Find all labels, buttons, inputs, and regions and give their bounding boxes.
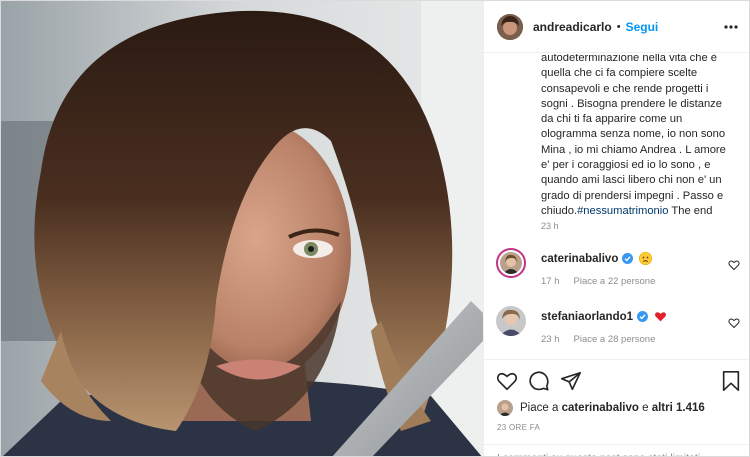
post-actions: Piace a caterinabalivo e altri 1.416 23 … xyxy=(484,359,749,456)
comment-like-heart-icon[interactable] xyxy=(728,258,740,271)
comment-icon[interactable] xyxy=(528,370,550,392)
share-icon[interactable] xyxy=(560,370,582,392)
hashtag-link[interactable]: #nessumatrimonio xyxy=(577,205,668,217)
comment-time: 23 h xyxy=(541,334,560,345)
comment-item: caterinabalivo 17 h Piace a 22 persone xyxy=(496,248,742,296)
liked-by-prefix: Piace a xyxy=(520,402,559,414)
liked-by: Piace a caterinabalivo e altri 1.416 xyxy=(497,400,705,416)
liked-by-user[interactable]: caterinabalivo xyxy=(562,402,639,414)
post-photo[interactable] xyxy=(1,1,483,456)
comment-time: 17 h xyxy=(541,276,560,287)
post-timestamp[interactable]: 23 ORE FA xyxy=(497,423,540,432)
post-sidebar: andreadicarlo • Segui autodeterminazione… xyxy=(483,1,749,456)
heart-icon[interactable] xyxy=(496,370,518,392)
verified-badge-icon xyxy=(637,311,649,322)
selfie-image xyxy=(1,1,483,456)
bookmark-icon[interactable] xyxy=(720,370,742,392)
red-heart-icon xyxy=(654,310,667,323)
comments-scroll-area[interactable]: autodeterminazione nella vita che è quel… xyxy=(484,54,749,359)
worried-face-icon xyxy=(639,252,653,265)
comment-likes[interactable]: Piace a 22 persone xyxy=(574,276,656,287)
post-caption: autodeterminazione nella vita che è quel… xyxy=(541,54,731,219)
post-header: andreadicarlo • Segui xyxy=(484,1,749,53)
comment-likes[interactable]: Piace a 28 persone xyxy=(574,334,656,345)
more-options-icon[interactable] xyxy=(724,18,738,30)
verified-badge-icon xyxy=(622,253,634,264)
comments-limited-notice: I commenti su questo post sono stati lim… xyxy=(484,444,749,456)
commenter-avatar-image xyxy=(500,252,522,274)
comment-item: stefaniaorlando1 23 h Piace a 28 persone xyxy=(496,306,742,354)
author-avatar-image xyxy=(497,13,523,40)
commenter-username[interactable]: caterinabalivo xyxy=(541,253,618,265)
follow-button[interactable]: Segui xyxy=(626,20,659,34)
liker-avatar-image xyxy=(497,400,513,416)
commenter-avatar-image xyxy=(496,306,526,336)
liked-by-others[interactable]: altri 1.416 xyxy=(652,402,705,414)
caption-text: autodeterminazione nella vita che è quel… xyxy=(541,54,726,217)
caption-suffix: The end xyxy=(668,204,713,217)
author-username[interactable]: andreadicarlo xyxy=(533,20,612,34)
commenter-avatar[interactable] xyxy=(496,306,526,336)
author-avatar[interactable] xyxy=(497,13,523,40)
comment-like-heart-icon[interactable] xyxy=(728,316,740,329)
liker-avatar[interactable] xyxy=(497,400,513,416)
liked-by-middle: e xyxy=(642,402,649,414)
post-dialog: andreadicarlo • Segui autodeterminazione… xyxy=(0,0,750,457)
commenter-username[interactable]: stefaniaorlando1 xyxy=(541,311,633,323)
caption-time: 23 h xyxy=(541,221,559,231)
header-separator: • xyxy=(616,20,621,33)
commenter-avatar[interactable] xyxy=(496,248,526,278)
